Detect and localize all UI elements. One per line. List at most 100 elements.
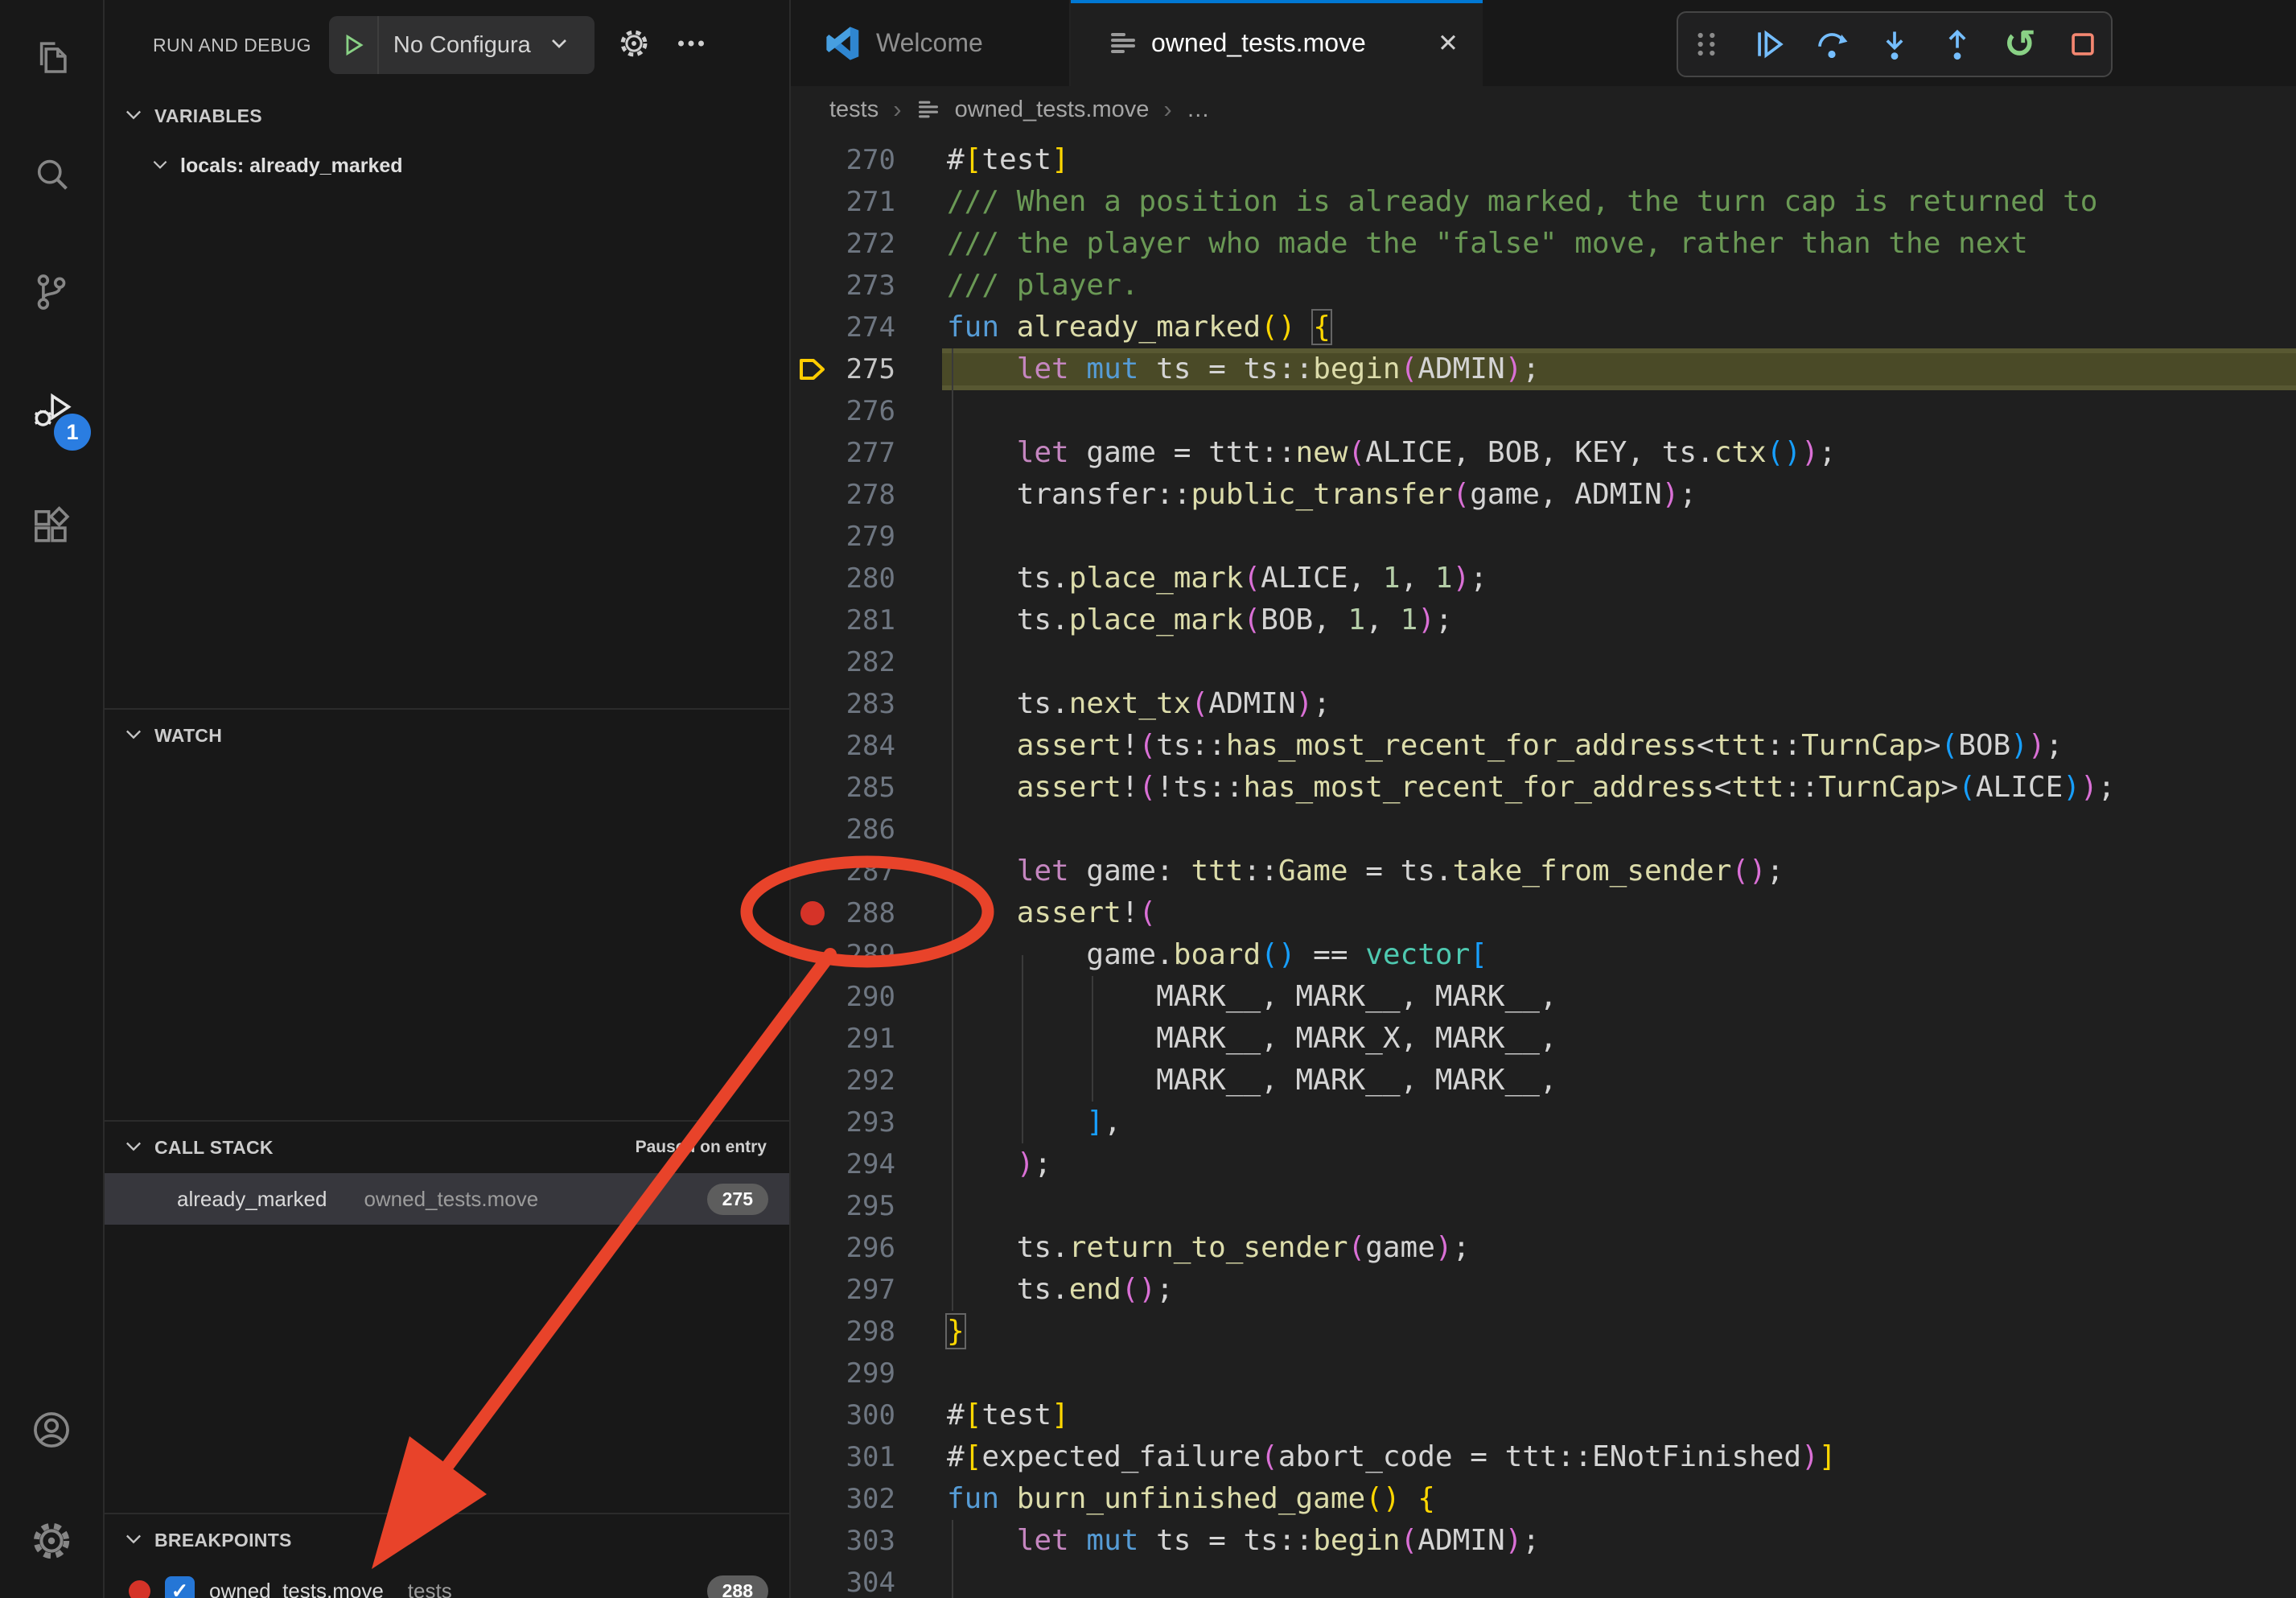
restart-button[interactable]: ↺ [1992, 19, 2048, 70]
breadcrumb-item-symbol[interactable]: … [1187, 97, 1210, 123]
code-line-274[interactable]: 274fun already_marked() { [791, 307, 2296, 348]
glyph-margin[interactable] [791, 683, 834, 725]
code-line-294[interactable]: 294 ); [791, 1143, 2296, 1185]
tab-owned-tests-move[interactable]: owned_tests.move ✕ [1071, 0, 1483, 86]
breadcrumb-item-file[interactable]: owned_tests.move [955, 97, 1150, 123]
code-line-297[interactable]: 297 ts.end(); [791, 1269, 2296, 1311]
glyph-margin[interactable] [791, 474, 834, 516]
code-line-272[interactable]: 272/// the player who made the "false" m… [791, 223, 2296, 265]
glyph-margin[interactable] [791, 1394, 834, 1436]
account-button[interactable] [0, 1376, 104, 1487]
sidebar-item-run-and-debug[interactable]: 1 [0, 352, 104, 470]
glyph-margin[interactable] [791, 181, 834, 223]
code-line-270[interactable]: 270#[test] [791, 139, 2296, 181]
sidebar-item-source-control[interactable] [0, 235, 104, 352]
code-line-299[interactable]: 299 [791, 1353, 2296, 1394]
code-line-291[interactable]: 291 MARK__, MARK_X, MARK__, [791, 1018, 2296, 1060]
code-line-282[interactable]: 282 [791, 641, 2296, 683]
variables-scope-locals[interactable]: locals: already_marked [105, 142, 789, 190]
breakpoint-item[interactable]: ✓ owned_tests.move tests 288 [105, 1566, 789, 1598]
glyph-margin[interactable] [791, 1227, 834, 1269]
glyph-margin[interactable] [791, 1353, 834, 1394]
glyph-margin[interactable] [791, 432, 834, 474]
glyph-margin[interactable] [791, 1143, 834, 1185]
code-line-276[interactable]: 276 [791, 390, 2296, 432]
code-line-298[interactable]: 298} [791, 1311, 2296, 1353]
glyph-margin[interactable] [791, 1269, 834, 1311]
sidebar-item-extensions[interactable] [0, 470, 104, 587]
glyph-margin[interactable] [791, 725, 834, 767]
code-line-303[interactable]: 303 let mut ts = ts::begin(ADMIN); [791, 1520, 2296, 1562]
glyph-margin[interactable] [791, 1060, 834, 1102]
toolbar-drag-handle[interactable] [1678, 19, 1734, 70]
sidebar-item-explorer[interactable] [0, 0, 104, 117]
code-line-288[interactable]: 288 assert!( [791, 892, 2296, 934]
code-line-284[interactable]: 284 assert!(ts::has_most_recent_for_addr… [791, 725, 2296, 767]
current-line-pointer-icon[interactable] [791, 348, 834, 390]
code-line-290[interactable]: 290 MARK__, MARK__, MARK__, [791, 976, 2296, 1018]
step-out-button[interactable] [1929, 19, 1985, 70]
call-stack-section-header[interactable]: CALL STACK Paused on entry [105, 1122, 789, 1173]
sidebar-item-search[interactable] [0, 117, 104, 235]
glyph-margin[interactable] [791, 767, 834, 809]
code-line-271[interactable]: 271/// When a position is already marked… [791, 181, 2296, 223]
settings-button[interactable] [0, 1487, 104, 1598]
code-line-275[interactable]: 275 let mut ts = ts::begin(ADMIN); [791, 348, 2296, 390]
call-stack-frame[interactable]: already_marked owned_tests.move 275 [105, 1173, 789, 1225]
glyph-margin[interactable] [791, 390, 834, 432]
tab-welcome[interactable]: Welcome [791, 0, 1071, 86]
code-line-281[interactable]: 281 ts.place_mark(BOB, 1, 1); [791, 599, 2296, 641]
stop-button[interactable] [2055, 19, 2111, 70]
code-line-293[interactable]: 293 ], [791, 1102, 2296, 1143]
code-line-292[interactable]: 292 MARK__, MARK__, MARK__, [791, 1060, 2296, 1102]
code-line-301[interactable]: 301#[expected_failure(abort_code = ttt::… [791, 1436, 2296, 1478]
glyph-margin[interactable] [791, 1478, 834, 1520]
glyph-margin[interactable] [791, 809, 834, 850]
glyph-margin[interactable] [791, 1562, 834, 1598]
breakpoint-checkbox[interactable]: ✓ [165, 1576, 195, 1598]
code-line-280[interactable]: 280 ts.place_mark(ALICE, 1, 1); [791, 558, 2296, 599]
code-line-295[interactable]: 295 [791, 1185, 2296, 1227]
glyph-margin[interactable] [791, 139, 834, 181]
glyph-margin[interactable] [791, 1185, 834, 1227]
code-line-283[interactable]: 283 ts.next_tx(ADMIN); [791, 683, 2296, 725]
code-line-278[interactable]: 278 transfer::public_transfer(game, ADMI… [791, 474, 2296, 516]
code-line-289[interactable]: 289 game.board() == vector[ [791, 934, 2296, 976]
glyph-margin[interactable] [791, 1018, 834, 1060]
breakpoints-section-header[interactable]: BREAKPOINTS [105, 1514, 789, 1566]
code-line-304[interactable]: 304 [791, 1562, 2296, 1598]
breakpoint-dot-icon[interactable] [791, 892, 834, 934]
code-editor[interactable]: 270#[test]271/// When a position is alre… [791, 133, 2296, 1598]
code-line-273[interactable]: 273/// player. [791, 265, 2296, 307]
start-debugging-button[interactable] [329, 16, 379, 74]
step-over-button[interactable] [1804, 19, 1860, 70]
glyph-margin[interactable] [791, 1436, 834, 1478]
chevron-down-icon[interactable] [546, 31, 572, 60]
code-line-285[interactable]: 285 assert!(!ts::has_most_recent_for_add… [791, 767, 2296, 809]
glyph-margin[interactable] [791, 265, 834, 307]
glyph-margin[interactable] [791, 1102, 834, 1143]
close-icon[interactable]: ✕ [1438, 29, 1459, 58]
glyph-margin[interactable] [791, 307, 834, 348]
glyph-margin[interactable] [791, 934, 834, 976]
code-line-302[interactable]: 302fun burn_unfinished_game() { [791, 1478, 2296, 1520]
variables-section-header[interactable]: VARIABLES [105, 90, 789, 142]
glyph-margin[interactable] [791, 1520, 834, 1562]
more-actions-icon[interactable] [675, 27, 707, 64]
glyph-margin[interactable] [791, 976, 834, 1018]
continue-button[interactable] [1741, 19, 1797, 70]
code-line-279[interactable]: 279 [791, 516, 2296, 558]
glyph-margin[interactable] [791, 1311, 834, 1353]
code-line-287[interactable]: 287 let game: ttt::Game = ts.take_from_s… [791, 850, 2296, 892]
glyph-margin[interactable] [791, 599, 834, 641]
step-into-button[interactable] [1866, 19, 1923, 70]
debug-settings-button[interactable] [617, 27, 651, 64]
glyph-margin[interactable] [791, 223, 834, 265]
watch-section-header[interactable]: WATCH [105, 710, 789, 761]
code-line-286[interactable]: 286 [791, 809, 2296, 850]
configuration-select[interactable]: No Configura [379, 32, 546, 59]
glyph-margin[interactable] [791, 850, 834, 892]
glyph-margin[interactable] [791, 641, 834, 683]
glyph-margin[interactable] [791, 516, 834, 558]
code-line-296[interactable]: 296 ts.return_to_sender(game); [791, 1227, 2296, 1269]
